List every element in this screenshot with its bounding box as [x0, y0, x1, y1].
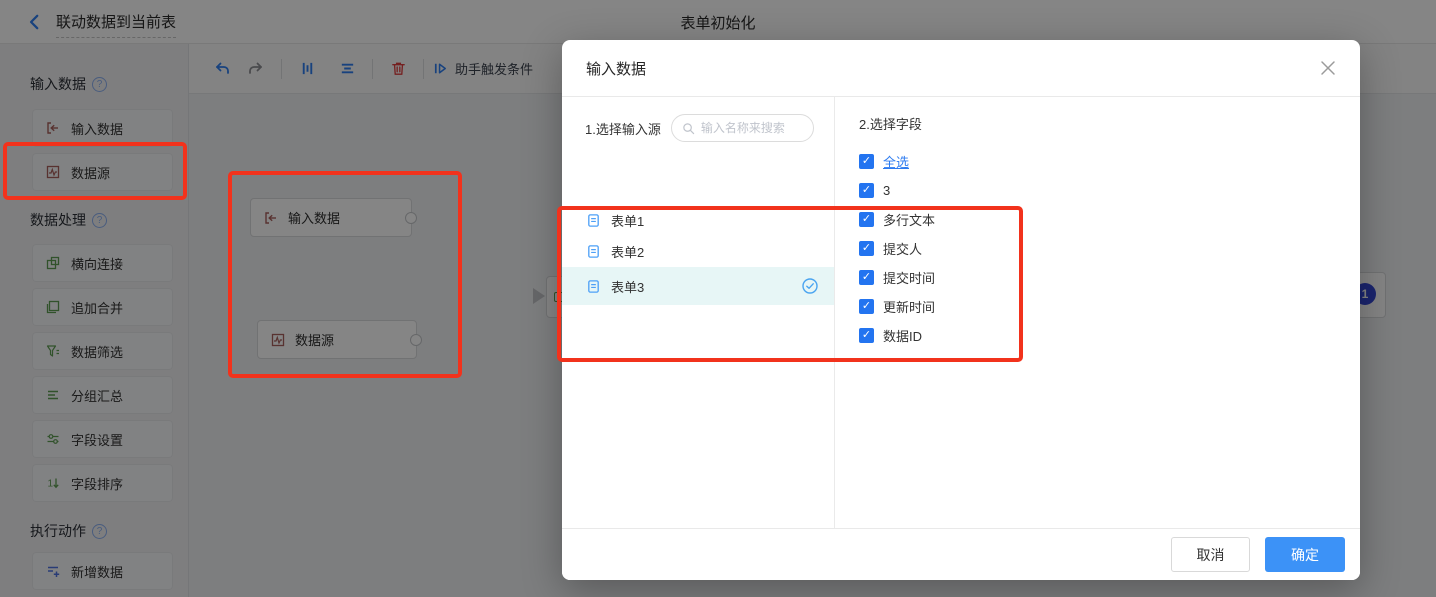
field-label: 提交时间: [883, 268, 935, 287]
input-data-modal: 输入数据 1.选择输入源 表单1: [562, 40, 1360, 580]
source-search[interactable]: [671, 114, 814, 142]
modal-title: 输入数据: [586, 58, 646, 79]
checkbox-checked[interactable]: ✓: [859, 328, 874, 343]
modal-header: 输入数据: [562, 40, 1360, 97]
search-input[interactable]: [701, 121, 801, 135]
source-panel: 1.选择输入源 表单1 表单2: [562, 97, 835, 528]
form-doc-icon: [586, 244, 601, 259]
checkbox-checked[interactable]: ✓: [859, 212, 874, 227]
field-row[interactable]: ✓ 数据ID: [859, 328, 1360, 343]
source-item-label: 表单1: [611, 211, 644, 230]
field-label: 更新时间: [883, 297, 935, 316]
field-row[interactable]: ✓ 提交时间: [859, 270, 1360, 285]
close-icon[interactable]: [1318, 58, 1338, 78]
fields-panel-title: 2.选择字段: [859, 114, 1360, 133]
field-label: 3: [883, 183, 890, 198]
checkbox-checked[interactable]: ✓: [859, 183, 874, 198]
field-row[interactable]: ✓ 3: [859, 183, 1360, 198]
field-row[interactable]: ✓ 提交人: [859, 241, 1360, 256]
selected-check-icon: [801, 277, 819, 295]
field-row[interactable]: ✓ 多行文本: [859, 212, 1360, 227]
cancel-button[interactable]: 取消: [1171, 537, 1250, 572]
search-icon: [682, 122, 695, 135]
source-item-form2[interactable]: 表单2: [562, 236, 834, 266]
field-label: 多行文本: [883, 210, 935, 229]
source-item-form1[interactable]: 表单1: [562, 205, 834, 235]
source-item-label: 表单3: [611, 277, 644, 296]
field-checkbox-list: ✓ 全选 ✓ 3 ✓ 多行文本 ✓ 提交人: [859, 154, 1360, 343]
page-root: 联动数据到当前表 表单初始化 输入数据 ? 输入数据 数据源 数据处理 ? 横向…: [0, 0, 1436, 597]
field-label: 提交人: [883, 239, 922, 258]
confirm-button[interactable]: 确定: [1265, 537, 1345, 572]
checkbox-checked[interactable]: ✓: [859, 241, 874, 256]
form-doc-icon: [586, 279, 601, 294]
checkbox-checked[interactable]: ✓: [859, 299, 874, 314]
field-label: 数据ID: [883, 326, 922, 345]
source-list: 表单1 表单2 表单3: [562, 205, 834, 305]
select-all-link[interactable]: 全选: [883, 152, 909, 171]
select-all-row[interactable]: ✓ 全选: [859, 154, 1360, 169]
fields-panel: 2.选择字段 ✓ 全选 ✓ 3 ✓ 多行文本 ✓: [835, 97, 1360, 528]
source-panel-title: 1.选择输入源: [585, 119, 661, 138]
source-item-form3-selected[interactable]: 表单3: [562, 267, 834, 305]
checkbox-checked[interactable]: ✓: [859, 270, 874, 285]
checkbox-checked[interactable]: ✓: [859, 154, 874, 169]
source-item-label: 表单2: [611, 242, 644, 261]
field-row[interactable]: ✓ 更新时间: [859, 299, 1360, 314]
modal-footer: 取消 确定: [562, 528, 1360, 580]
form-doc-icon: [586, 213, 601, 228]
modal-body: 1.选择输入源 表单1 表单2: [562, 97, 1360, 528]
